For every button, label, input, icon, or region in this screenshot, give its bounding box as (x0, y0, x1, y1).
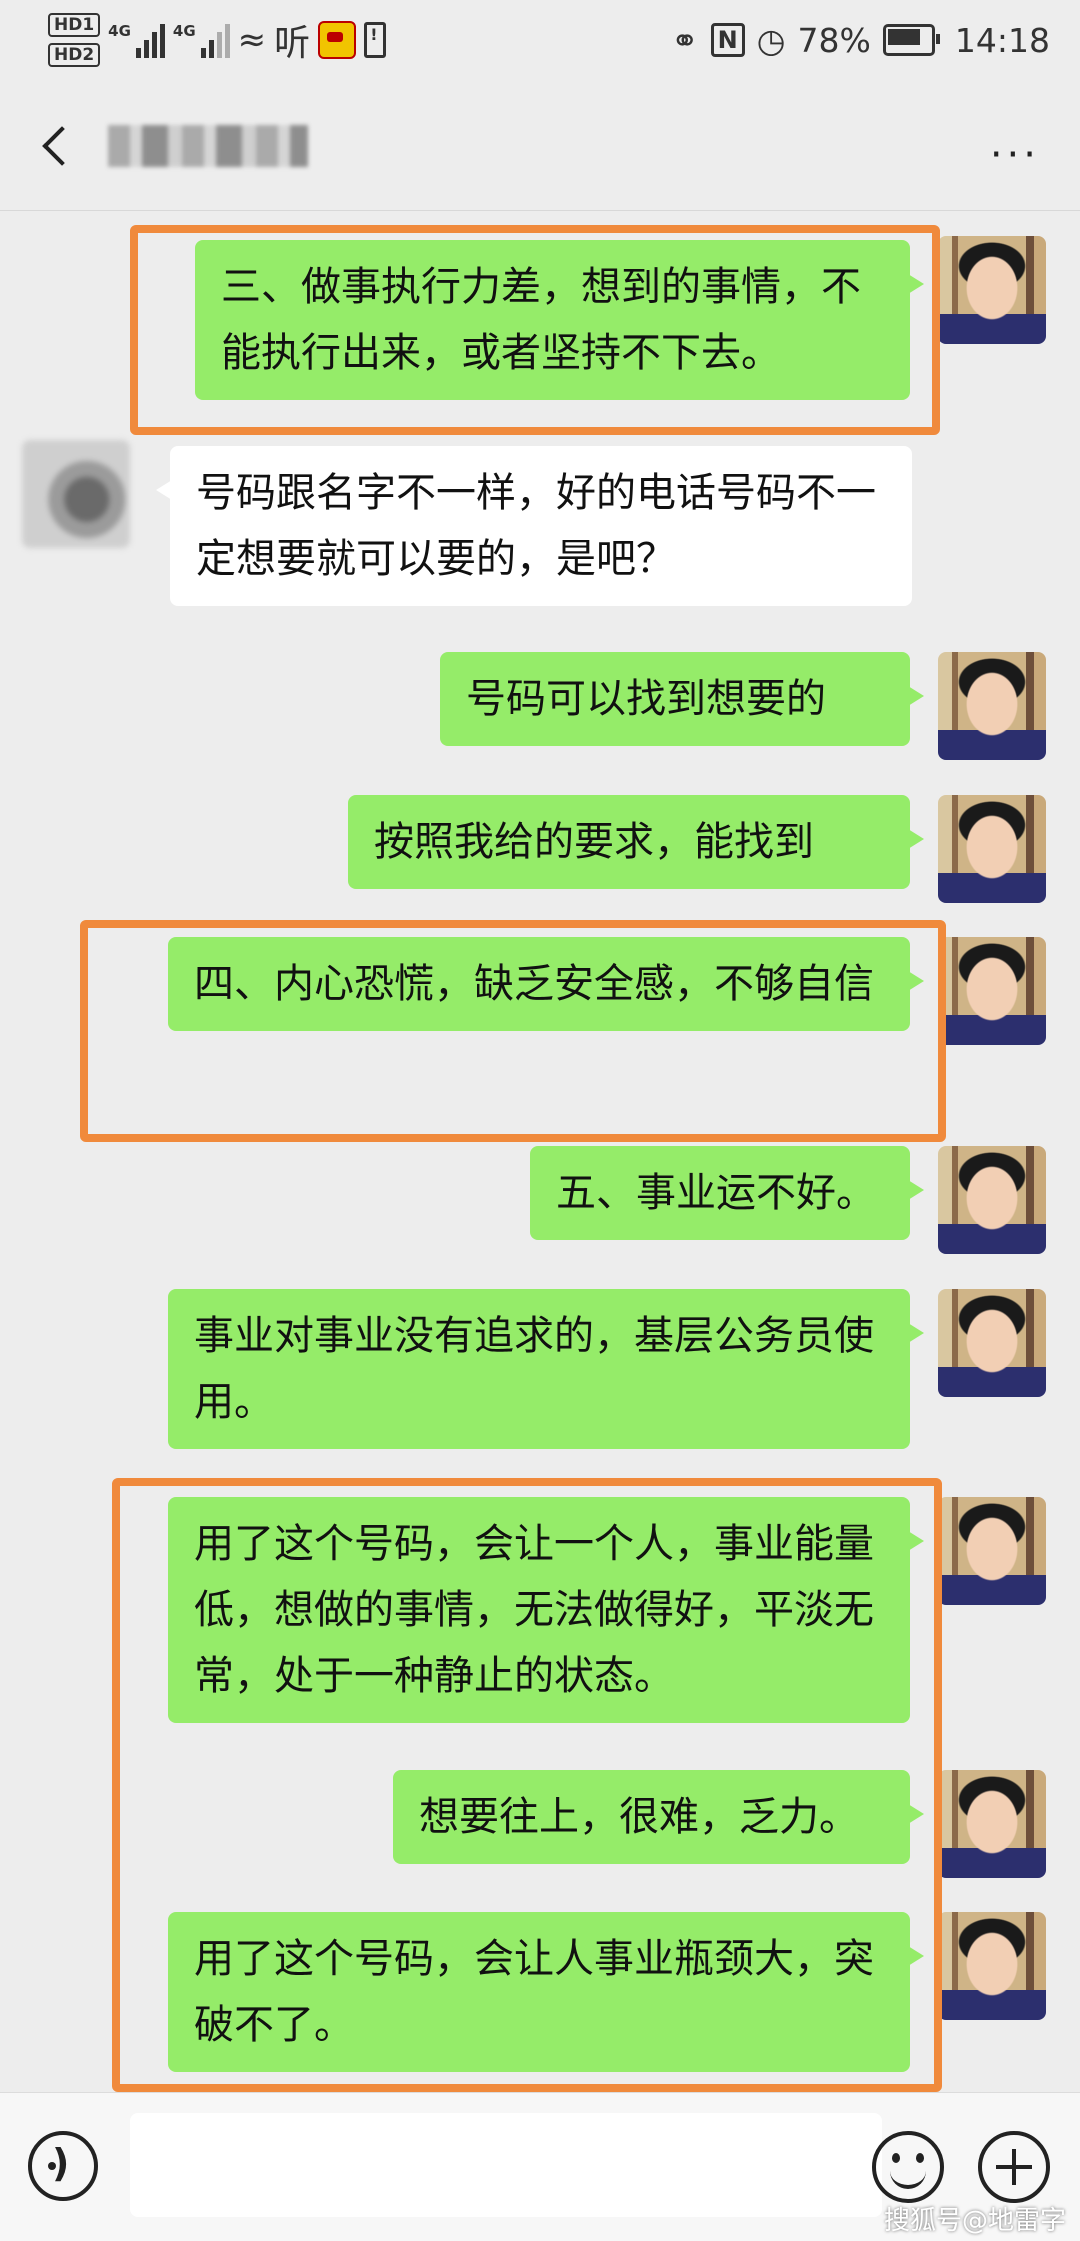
voice-input-button[interactable] (28, 2131, 98, 2201)
message-bubble-out[interactable]: 按照我给的要求，能找到 (348, 795, 924, 889)
ting-app-icon: 听 (274, 23, 311, 64)
headphone-icon: ⚭ (670, 20, 699, 60)
my-avatar[interactable] (938, 1770, 1046, 1878)
more-actions-button[interactable] (978, 2131, 1050, 2203)
my-avatar[interactable] (938, 236, 1046, 344)
my-avatar[interactable] (938, 1497, 1046, 1605)
my-avatar[interactable] (938, 652, 1046, 760)
contact-avatar[interactable] (22, 440, 130, 548)
nfc-icon: N (710, 23, 745, 57)
highlight-box (112, 1478, 942, 2092)
battery-icon (882, 24, 940, 56)
status-right: ⚭ N ◷ 78% 14:18 (671, 10, 1050, 70)
message-input[interactable] (130, 2113, 882, 2217)
signal-1-icon: 4G (108, 22, 165, 58)
alarm-icon: ◷ (756, 20, 786, 60)
hd-indicator: HD1 HD2 (48, 13, 101, 67)
highlight-box (130, 225, 940, 435)
my-avatar[interactable] (938, 1912, 1046, 2020)
status-left: HD1 HD2 4G 4G ≈ 听 (48, 10, 387, 70)
message-bubble-in[interactable]: 号码跟名字不一样，好的电话号码不一定想要就可以要的，是吧？ (156, 446, 912, 606)
wifi-icon: ≈ (237, 20, 267, 60)
taxi-app-icon (318, 21, 357, 59)
highlight-box (80, 920, 946, 1142)
message-bubble-out[interactable]: 事业对事业没有追求的，基层公务员使用。 (168, 1289, 924, 1449)
my-avatar[interactable] (938, 795, 1046, 903)
clock-time: 14:18 (954, 20, 1050, 60)
my-avatar[interactable] (938, 1146, 1046, 1254)
hd2-badge: HD2 (48, 43, 101, 67)
message-bubble-out[interactable]: 五、事业运不好。 (530, 1146, 924, 1240)
back-button[interactable] (36, 120, 76, 170)
network-type-1: 4G (108, 22, 131, 40)
network-type-2: 4G (172, 22, 196, 40)
hd1-badge: HD1 (48, 13, 101, 37)
input-bar: 搜狐号@地雷字 (0, 2092, 1080, 2241)
emoji-button[interactable] (872, 2131, 944, 2203)
more-options-button[interactable]: ··· (990, 135, 1040, 175)
contact-name: ▒▒▒▒▒ (108, 125, 308, 167)
chat-header: ▒▒▒▒▒ ··· (0, 80, 1080, 211)
my-avatar[interactable] (938, 937, 1046, 1045)
message-bubble-out[interactable]: 号码可以找到想要的 (440, 652, 924, 746)
my-avatar[interactable] (938, 1289, 1046, 1397)
signal-2-icon: 4G (173, 22, 230, 58)
status-bar: HD1 HD2 4G 4G ≈ 听 ⚭ N ◷ 78% 14:18 (0, 0, 1080, 80)
sim-alert-icon (364, 22, 387, 58)
battery-percent: 78% (797, 20, 871, 60)
watermark: 搜狐号@地雷字 (883, 2206, 1066, 2236)
